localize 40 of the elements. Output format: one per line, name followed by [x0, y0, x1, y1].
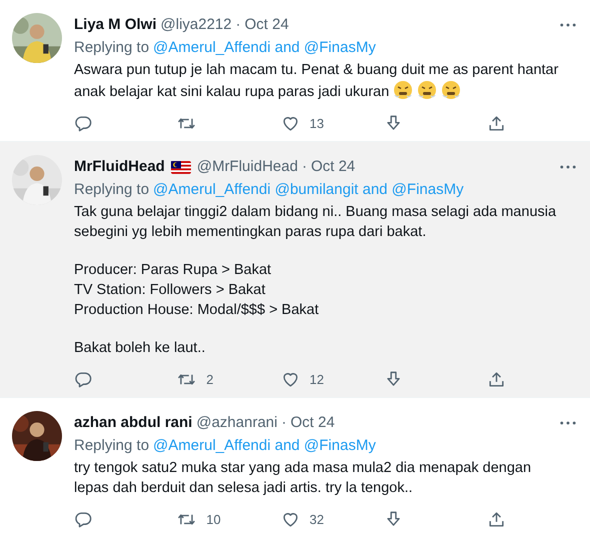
reply-icon[interactable]: [74, 370, 93, 389]
replying-label: Replying to: [74, 180, 150, 200]
angry-face-icon: [393, 80, 414, 100]
tweet-date[interactable]: Oct 24: [310, 157, 356, 177]
separator-dot: ·: [281, 413, 286, 433]
action-count: 12: [310, 372, 324, 387]
tweet-text: Aswara pun tutup je lah macam tu. Penat & buang duit me as parent hantar anak belajar kat sini kalau rupa paras jadi ukuran: [74, 61, 560, 102]
action-count: 13: [310, 116, 324, 131]
user-handle[interactable]: @liya2212: [160, 15, 232, 35]
share-icon[interactable]: [487, 510, 506, 529]
more-icon[interactable]: [560, 23, 576, 27]
tweet-text: Producer: Paras Rupa > Bakat TV Station: Followers > Bakat Production House: Modal/$$$ > Bakat: [74, 261, 320, 320]
reply-icon[interactable]: [74, 114, 93, 133]
replying-label: Replying to: [74, 436, 150, 456]
heart-icon[interactable]: [280, 510, 300, 529]
more-icon[interactable]: [560, 165, 576, 169]
user-handle[interactable]: @azhanrani: [196, 413, 278, 433]
action-count: 10: [206, 512, 221, 527]
tweet-text: Bakat boleh ke laut..: [74, 339, 206, 358]
share-icon[interactable]: [487, 370, 506, 389]
tweet-date[interactable]: Oct 24: [244, 15, 289, 35]
more-icon[interactable]: [560, 421, 576, 425]
tweet-date[interactable]: Oct 24: [290, 413, 335, 433]
user-name[interactable]: MrFluidHead: [74, 157, 165, 177]
user-name[interactable]: Liya M Olwi: [74, 15, 157, 35]
reply-icon[interactable]: [74, 510, 93, 529]
separator-dot: ·: [302, 157, 307, 177]
share-icon[interactable]: [487, 114, 506, 133]
heart-icon[interactable]: [280, 370, 300, 389]
action-count: 2: [206, 372, 214, 387]
angry-face-icon: [441, 80, 462, 100]
action-count: 32: [310, 512, 324, 527]
angry-face-icon: [417, 80, 438, 100]
separator-dot: ·: [236, 15, 241, 35]
user-name[interactable]: azhan abdul rani: [74, 413, 192, 433]
tweet-text: try tengok satu2 muka star yang ada masa mula2 dia menapak dengan lepas dah berduit dan selesa jadi artis. try la tengok..: [74, 459, 532, 498]
replying-label: Replying to: [74, 38, 150, 58]
user-handle[interactable]: @MrFluidHead: [196, 157, 298, 177]
tweet-text: Tak guna belajar tinggi2 dalam bidang ni.. Buang masa selagi ada manusia sebegini yg lebih mementingkan paras rupa dari bakat.: [74, 203, 558, 242]
heart-icon[interactable]: [280, 114, 300, 133]
